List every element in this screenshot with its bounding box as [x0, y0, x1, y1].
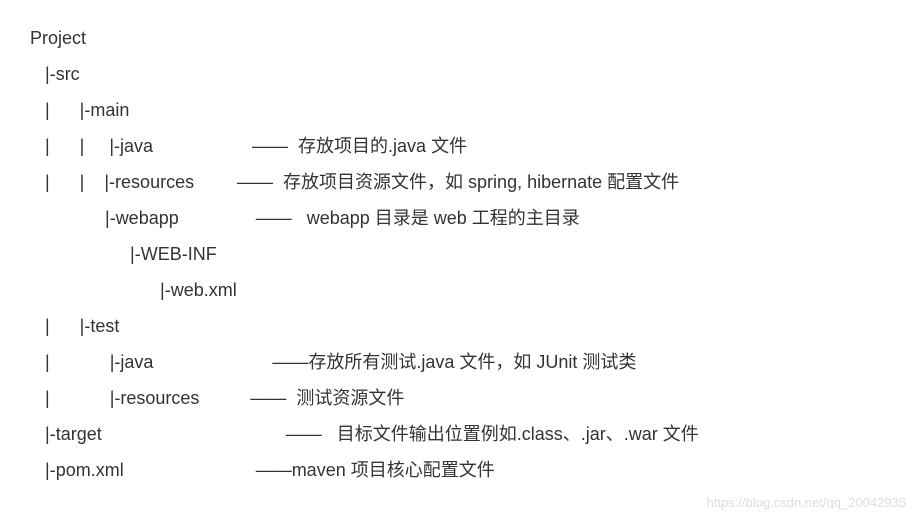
- tree-prefix: |-: [30, 56, 56, 92]
- tree-node-name: test: [90, 308, 119, 344]
- tree-node-desc: ——存放所有测试.java 文件，如 JUnit 测试类: [272, 344, 636, 380]
- watermark-text: https://blog.csdn.net/qq_20042935: [707, 495, 907, 510]
- tree-node-name: WEB-INF: [141, 236, 217, 272]
- tree-node-name: resources: [115, 164, 237, 200]
- tree-prefix: |-: [30, 416, 56, 452]
- tree-prefix: |-: [30, 236, 141, 272]
- tree-row-webapp: |- webapp —— webapp 目录是 web 工程的主目录: [30, 200, 888, 236]
- tree-row-main: | |- main: [30, 92, 888, 128]
- tree-row-test: | |- test: [30, 308, 888, 344]
- tree-node-name: java: [120, 128, 252, 164]
- tree-row-main-java: | | |- java —— 存放项目的.java 文件: [30, 128, 888, 164]
- tree-prefix: | |-: [30, 92, 90, 128]
- tree-node-name: src: [56, 56, 80, 92]
- project-tree: Project |- src | |- main | | |- java —— …: [30, 20, 888, 488]
- tree-prefix: | |-: [30, 308, 90, 344]
- tree-prefix: |-: [30, 452, 56, 488]
- tree-prefix: | | |-: [30, 128, 120, 164]
- tree-row-src: |- src: [30, 56, 888, 92]
- tree-prefix: | |-: [30, 380, 120, 416]
- tree-prefix: | | |-: [30, 164, 115, 200]
- tree-row-webinf: |- WEB-INF: [30, 236, 888, 272]
- tree-row-test-java: | |- java ——存放所有测试.java 文件，如 JUnit 测试类: [30, 344, 888, 380]
- tree-node-name: pom.xml: [56, 452, 256, 488]
- tree-row-test-resources: | |- resources —— 测试资源文件: [30, 380, 888, 416]
- tree-node-name: java: [120, 344, 272, 380]
- tree-prefix: |-: [30, 272, 171, 308]
- tree-node-name: main: [90, 92, 129, 128]
- tree-node-name: resources: [120, 380, 250, 416]
- tree-row-pom: |- pom.xml ——maven 项目核心配置文件: [30, 452, 888, 488]
- tree-row-target: |- target —— 目标文件输出位置例如.class、.jar、.war …: [30, 416, 888, 452]
- tree-prefix: |-: [30, 200, 116, 236]
- tree-node-name: target: [56, 416, 286, 452]
- tree-node-desc: —— 目标文件输出位置例如.class、.jar、.war 文件: [286, 416, 699, 452]
- tree-node-desc: —— 测试资源文件: [250, 380, 404, 416]
- tree-row-main-resources: | | |- resources —— 存放项目资源文件，如 spring, h…: [30, 164, 888, 200]
- tree-node-desc: —— 存放项目的.java 文件: [252, 128, 467, 164]
- tree-node-desc: —— 存放项目资源文件，如 spring, hibernate 配置文件: [237, 164, 679, 200]
- tree-node-desc: ——maven 项目核心配置文件: [256, 452, 495, 488]
- tree-node-desc: —— webapp 目录是 web 工程的主目录: [256, 200, 580, 236]
- tree-node-name: webapp: [116, 200, 256, 236]
- tree-row-project: Project: [30, 20, 888, 56]
- tree-row-webxml: |- web.xml: [30, 272, 888, 308]
- tree-node-name: web.xml: [171, 272, 237, 308]
- tree-node-name: Project: [30, 20, 86, 56]
- tree-prefix: | |-: [30, 344, 120, 380]
